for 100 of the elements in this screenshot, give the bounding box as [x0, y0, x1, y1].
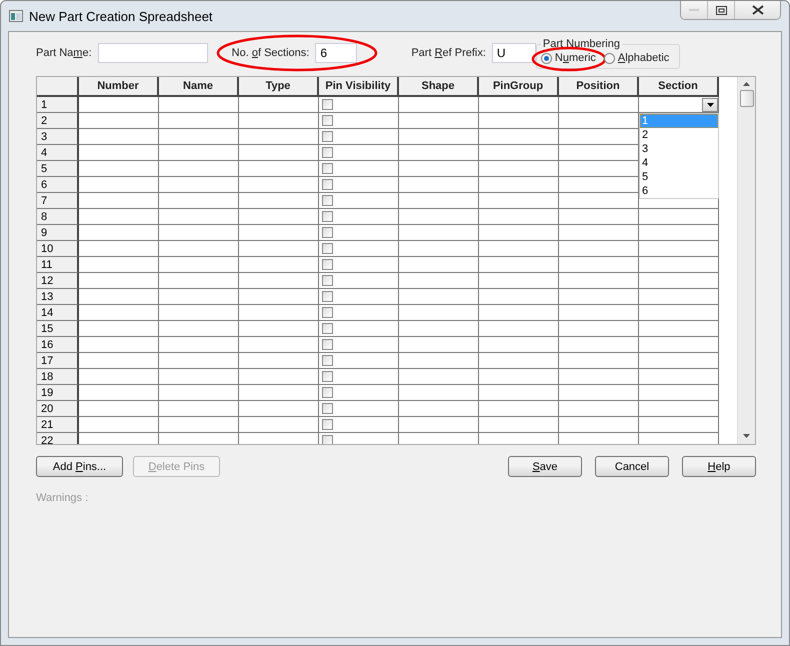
table-cell[interactable]	[479, 257, 559, 273]
table-cell[interactable]	[159, 305, 239, 321]
table-cell[interactable]	[479, 353, 559, 369]
row-header[interactable]: 17	[37, 353, 79, 369]
table-cell[interactable]	[159, 401, 239, 417]
table-cell[interactable]	[399, 321, 479, 337]
table-cell[interactable]	[159, 177, 239, 193]
checkbox[interactable]	[322, 387, 333, 398]
table-cell[interactable]	[559, 161, 639, 177]
table-cell[interactable]	[79, 273, 159, 289]
table-cell[interactable]	[159, 369, 239, 385]
table-cell[interactable]	[79, 241, 159, 257]
table-cell[interactable]	[239, 337, 319, 353]
table-cell[interactable]	[399, 177, 479, 193]
table-cell[interactable]	[399, 145, 479, 161]
checkbox[interactable]	[322, 211, 333, 222]
table-cell[interactable]	[639, 225, 719, 241]
table-cell[interactable]	[559, 225, 639, 241]
table-cell[interactable]	[159, 417, 239, 433]
table-cell[interactable]	[239, 257, 319, 273]
table-cell[interactable]	[319, 337, 399, 353]
row-header[interactable]: 19	[37, 385, 79, 401]
table-cell[interactable]	[79, 97, 159, 113]
row-header[interactable]: 12	[37, 273, 79, 289]
table-cell[interactable]	[319, 161, 399, 177]
table-cell[interactable]	[639, 337, 719, 353]
dropdown-button[interactable]	[702, 98, 718, 112]
table-cell[interactable]	[559, 257, 639, 273]
row-header[interactable]: 16	[37, 337, 79, 353]
table-cell[interactable]	[79, 193, 159, 209]
table-cell[interactable]	[319, 177, 399, 193]
row-header[interactable]: 7	[37, 193, 79, 209]
table-cell[interactable]	[319, 97, 399, 113]
table-cell[interactable]	[319, 385, 399, 401]
table-cell[interactable]	[479, 385, 559, 401]
table-cell[interactable]	[399, 417, 479, 433]
row-header[interactable]: 9	[37, 225, 79, 241]
checkbox[interactable]	[322, 99, 333, 110]
row-header[interactable]: 22	[37, 433, 79, 444]
table-cell[interactable]	[239, 209, 319, 225]
table-cell[interactable]	[639, 401, 719, 417]
restore-button[interactable]	[707, 1, 734, 19]
table-cell[interactable]	[159, 129, 239, 145]
table-cell[interactable]	[559, 353, 639, 369]
table-cell[interactable]	[479, 177, 559, 193]
table-cell[interactable]	[479, 225, 559, 241]
table-cell[interactable]	[159, 193, 239, 209]
table-cell[interactable]	[639, 305, 719, 321]
table-cell[interactable]	[79, 177, 159, 193]
checkbox[interactable]	[322, 195, 333, 206]
table-cell[interactable]	[559, 369, 639, 385]
table-cell[interactable]	[639, 257, 719, 273]
table-cell[interactable]	[399, 225, 479, 241]
table-cell[interactable]	[639, 385, 719, 401]
table-cell[interactable]	[79, 337, 159, 353]
table-cell[interactable]	[79, 321, 159, 337]
corner-cell[interactable]	[37, 77, 79, 97]
table-cell[interactable]	[239, 401, 319, 417]
table-cell[interactable]	[399, 305, 479, 321]
table-cell[interactable]	[159, 353, 239, 369]
checkbox[interactable]	[322, 355, 333, 366]
table-cell[interactable]	[159, 321, 239, 337]
table-cell[interactable]	[239, 241, 319, 257]
table-cell[interactable]	[559, 241, 639, 257]
table-cell[interactable]	[639, 417, 719, 433]
table-cell[interactable]	[319, 113, 399, 129]
table-cell[interactable]	[79, 289, 159, 305]
table-cell[interactable]	[639, 321, 719, 337]
checkbox[interactable]	[322, 227, 333, 238]
table-cell[interactable]	[399, 337, 479, 353]
table-cell[interactable]	[239, 353, 319, 369]
checkbox[interactable]	[322, 259, 333, 270]
row-header[interactable]: 14	[37, 305, 79, 321]
row-header[interactable]: 8	[37, 209, 79, 225]
column-header[interactable]: Section	[639, 77, 719, 97]
table-cell[interactable]	[399, 161, 479, 177]
table-cell[interactable]	[79, 369, 159, 385]
table-cell[interactable]	[479, 161, 559, 177]
checkbox[interactable]	[322, 323, 333, 334]
table-cell[interactable]	[479, 401, 559, 417]
table-cell[interactable]	[159, 161, 239, 177]
table-cell[interactable]	[479, 97, 559, 113]
radio-option[interactable]: Alphabetic	[604, 52, 670, 64]
row-header[interactable]: 15	[37, 321, 79, 337]
table-cell[interactable]	[559, 209, 639, 225]
column-header[interactable]: Pin Visibility	[319, 77, 399, 97]
table-cell[interactable]	[479, 273, 559, 289]
table-cell[interactable]	[399, 385, 479, 401]
table-cell[interactable]	[319, 209, 399, 225]
table-cell[interactable]	[399, 353, 479, 369]
checkbox[interactable]	[322, 275, 333, 286]
action-button[interactable]: Help	[682, 456, 756, 477]
action-button[interactable]: Save	[508, 456, 582, 477]
table-cell[interactable]	[79, 225, 159, 241]
row-header[interactable]: 5	[37, 161, 79, 177]
table-cell[interactable]	[479, 417, 559, 433]
row-header[interactable]: 4	[37, 145, 79, 161]
table-cell[interactable]	[319, 289, 399, 305]
table-cell[interactable]	[559, 321, 639, 337]
checkbox[interactable]	[322, 339, 333, 350]
